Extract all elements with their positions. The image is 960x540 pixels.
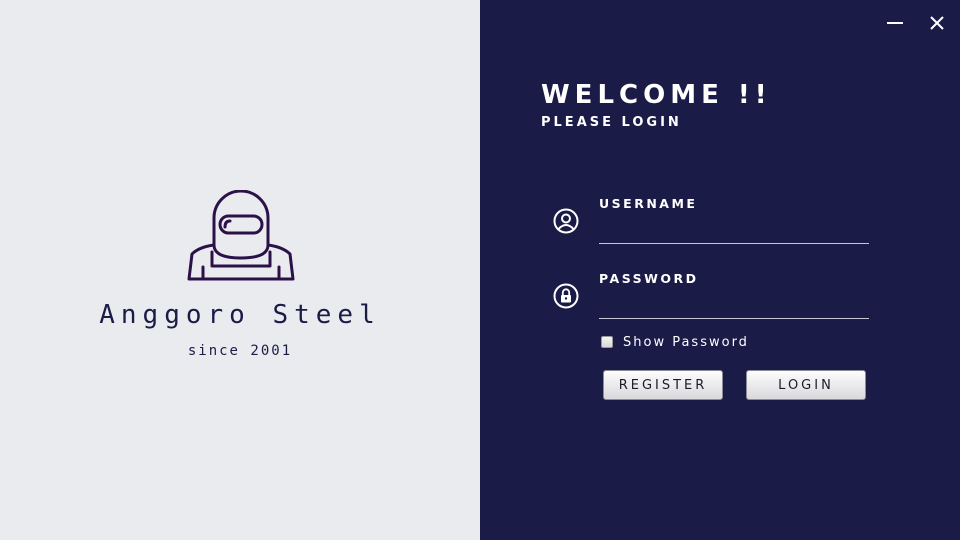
password-field[interactable] [599, 296, 869, 319]
user-icon [553, 208, 579, 234]
username-field[interactable] [599, 221, 869, 244]
show-password-checkbox[interactable] [601, 336, 613, 348]
username-label: USERNAME [599, 196, 698, 211]
login-button[interactable]: LOGIN [746, 370, 866, 400]
close-button[interactable] [926, 12, 948, 34]
password-label: PASSWORD [599, 271, 699, 286]
brand-name: Anggoro Steel [99, 300, 381, 330]
welcome-heading: WELCOME !! [541, 80, 772, 110]
register-button[interactable]: REGISTER [603, 370, 723, 400]
show-password-label: Show Password [623, 334, 749, 350]
login-window: Anggoro Steel since 2001 WELCOME !! PLEA… [0, 0, 960, 540]
close-icon [930, 16, 944, 30]
minimize-button[interactable] [884, 12, 906, 34]
lock-icon [553, 283, 579, 309]
welder-mask-icon [187, 190, 295, 281]
login-subheading: PLEASE LOGIN [541, 115, 682, 130]
minimize-icon [887, 22, 903, 24]
show-password-toggle[interactable]: Show Password [601, 334, 749, 350]
login-panel: WELCOME !! PLEASE LOGIN USERNAME PASSWOR… [480, 0, 960, 540]
brand-tagline: since 2001 [187, 343, 293, 359]
brand-panel: Anggoro Steel since 2001 [0, 0, 480, 540]
